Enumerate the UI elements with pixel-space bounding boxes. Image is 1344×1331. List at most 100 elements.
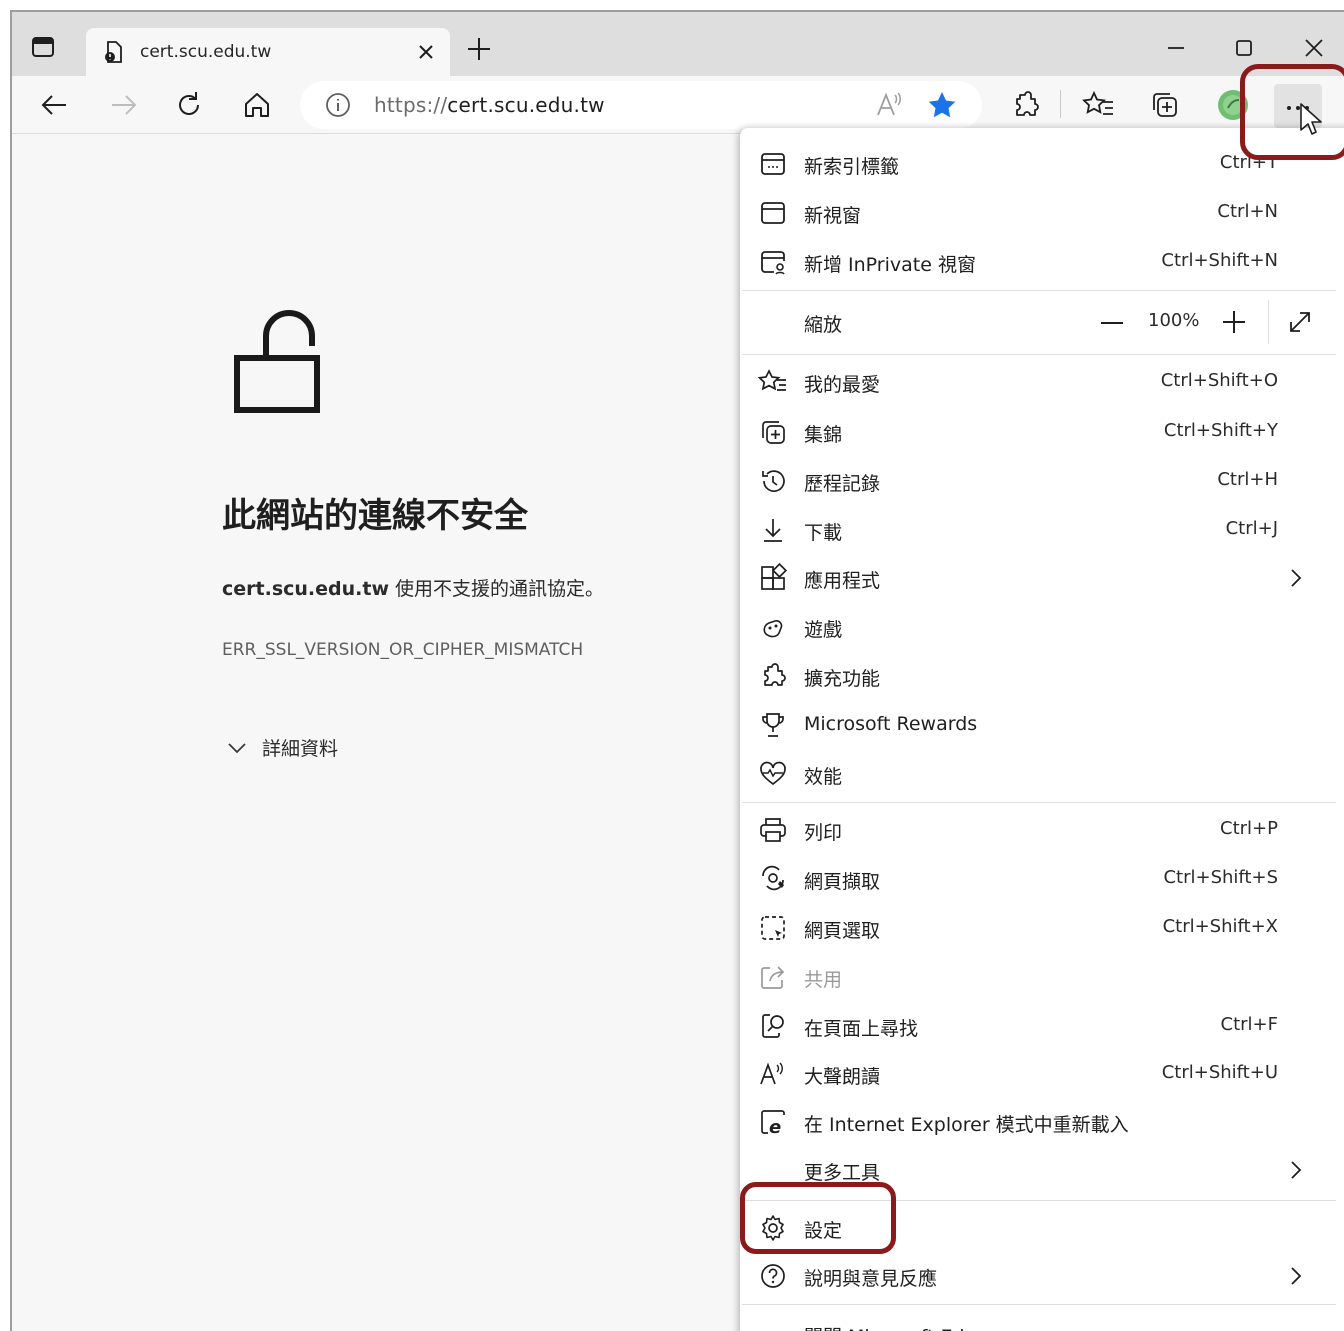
- menu-item-new-tab[interactable]: 新索引標籤 Ctrl+T: [740, 142, 1336, 186]
- menu-item-extensions[interactable]: 擴充功能: [740, 654, 1336, 698]
- menu-item-ie-mode[interactable]: e 在 Internet Explorer 模式中重新載入: [740, 1100, 1336, 1144]
- menu-separator: [742, 802, 1336, 803]
- menu-item-more-tools[interactable]: 更多工具: [740, 1148, 1336, 1192]
- menu-item-web-capture[interactable]: 網頁擷取 Ctrl+Shift+S: [740, 857, 1336, 901]
- minimize-icon[interactable]: [1158, 30, 1194, 66]
- unlocked-padlock-icon: [234, 300, 344, 440]
- menu-item-read-aloud[interactable]: 大聲朗讀 Ctrl+Shift+U: [740, 1052, 1336, 1096]
- menu-label: 更多工具: [804, 1162, 881, 1184]
- menu-item-web-select[interactable]: 網頁選取 Ctrl+Shift+X: [740, 906, 1336, 950]
- menu-separator: [742, 290, 1336, 291]
- tab-bar: cert.scu.edu.tw: [12, 12, 1344, 76]
- menu-item-games[interactable]: 遊戲: [740, 605, 1336, 649]
- profile-avatar-icon[interactable]: [1216, 88, 1250, 122]
- mouse-cursor-icon: [1298, 102, 1326, 138]
- menu-label: 在 Internet Explorer 模式中重新載入: [804, 1114, 1129, 1136]
- menu-label: 在頁面上尋找: [804, 1018, 919, 1040]
- url-host: cert.scu.edu.tw: [447, 93, 605, 117]
- browser-window: cert.scu.edu.tw https://cert.scu.edu.tw …: [10, 10, 1344, 1331]
- details-toggle[interactable]: 詳細資料: [226, 734, 338, 761]
- internet-explorer-icon: e: [758, 1107, 788, 1137]
- new-tab-icon[interactable]: [464, 34, 494, 64]
- favorites-icon: [758, 367, 788, 397]
- menu-label: 設定: [804, 1220, 843, 1242]
- url-scheme: https://: [374, 93, 448, 117]
- close-tab-icon[interactable]: [414, 40, 438, 64]
- web-select-icon: [758, 913, 788, 943]
- menu-label: 擴充功能: [804, 668, 881, 690]
- inprivate-window-icon: [758, 247, 788, 277]
- gear-icon: [758, 1213, 788, 1243]
- menu-shortcut: Ctrl+Shift+N: [1161, 250, 1278, 271]
- menu-item-print[interactable]: 列印 Ctrl+P: [740, 808, 1336, 852]
- menu-item-new-window[interactable]: 新視窗 Ctrl+N: [740, 191, 1336, 235]
- error-title: 此網站的連線不安全: [222, 496, 528, 536]
- forward-icon[interactable]: [106, 88, 140, 122]
- menu-shortcut: Ctrl+T: [1219, 152, 1278, 173]
- menu-shortcut: Ctrl+Shift+S: [1163, 867, 1278, 888]
- close-window-icon[interactable]: [1296, 30, 1332, 66]
- extensions-icon: [758, 661, 788, 691]
- new-tab-icon: [758, 149, 788, 179]
- menu-item-history[interactable]: 歷程記錄 Ctrl+H: [740, 459, 1336, 503]
- home-icon[interactable]: [240, 88, 274, 122]
- refresh-icon[interactable]: [172, 88, 206, 122]
- zoom-level: 100%: [1148, 310, 1200, 331]
- favorite-star-icon[interactable]: [926, 89, 958, 121]
- chevron-right-icon: [1284, 566, 1308, 590]
- menu-item-find[interactable]: 在頁面上尋找 Ctrl+F: [740, 1004, 1336, 1048]
- collections-icon: [758, 417, 788, 447]
- menu-item-performance[interactable]: 效能: [740, 752, 1336, 796]
- zoom-in-icon[interactable]: [1220, 308, 1248, 336]
- zoom-separator: [1268, 300, 1269, 344]
- menu-label: 遊戲: [804, 619, 843, 641]
- toolbar: https://cert.scu.edu.tw: [12, 76, 1344, 134]
- menu-label: 下載: [804, 522, 843, 544]
- menu-shortcut: Ctrl+H: [1217, 469, 1278, 490]
- web-capture-icon: [758, 864, 788, 894]
- favorites-icon[interactable]: [1082, 88, 1116, 122]
- site-info-icon[interactable]: [324, 91, 352, 119]
- menu-item-rewards[interactable]: Microsoft Rewards: [740, 703, 1336, 747]
- read-aloud-icon: [758, 1059, 788, 1089]
- menu-item-favorites[interactable]: 我的最愛 Ctrl+Shift+O: [740, 360, 1336, 404]
- collections-icon[interactable]: [1148, 88, 1182, 122]
- new-window-icon: [758, 198, 788, 228]
- menu-item-close-edge[interactable]: 關閉 Microsoft Edge: [740, 1312, 1336, 1331]
- menu-item-apps[interactable]: 應用程式: [740, 556, 1336, 600]
- menu-label: 歷程記錄: [804, 473, 881, 495]
- menu-item-new-inprivate[interactable]: 新增 InPrivate 視窗 Ctrl+Shift+N: [740, 240, 1336, 284]
- menu-shortcut: Ctrl+F: [1220, 1014, 1278, 1035]
- help-icon: [758, 1261, 788, 1291]
- menu-label: 集錦: [804, 424, 843, 446]
- error-host: cert.scu.edu.tw: [222, 578, 390, 600]
- download-icon: [758, 515, 788, 545]
- menu-label: Microsoft Rewards: [804, 713, 978, 735]
- maximize-icon[interactable]: [1226, 30, 1262, 66]
- chevron-down-icon: [228, 742, 246, 753]
- menu-item-settings[interactable]: 設定: [740, 1206, 1336, 1250]
- menu-shortcut: Ctrl+N: [1217, 201, 1278, 222]
- menu-item-help[interactable]: 說明與意見反應: [740, 1254, 1336, 1298]
- tab-actions-icon[interactable]: [30, 34, 56, 60]
- error-description: cert.scu.edu.tw 使用不支援的通訊協定。: [222, 574, 604, 601]
- menu-item-share: 共用: [740, 955, 1336, 999]
- menu-label: 效能: [804, 766, 843, 788]
- fullscreen-icon[interactable]: [1286, 308, 1314, 336]
- menu-label: 網頁選取: [804, 920, 881, 942]
- menu-item-downloads[interactable]: 下載 Ctrl+J: [740, 508, 1336, 552]
- read-aloud-icon[interactable]: [874, 89, 906, 121]
- menu-item-collections[interactable]: 集錦 Ctrl+Shift+Y: [740, 410, 1336, 454]
- zoom-out-icon[interactable]: [1098, 310, 1126, 336]
- back-icon[interactable]: [38, 88, 72, 122]
- menu-label: 大聲朗讀: [804, 1066, 881, 1088]
- games-icon: [758, 612, 788, 642]
- menu-shortcut: Ctrl+P: [1220, 818, 1278, 839]
- extensions-icon[interactable]: [1008, 88, 1042, 122]
- menu-label: 關閉 Microsoft Edge: [804, 1322, 988, 1331]
- svg-text:e: e: [769, 1117, 781, 1137]
- menu-label: 我的最愛: [804, 374, 881, 396]
- active-tab[interactable]: cert.scu.edu.tw: [86, 28, 450, 76]
- address-bar[interactable]: https://cert.scu.edu.tw: [300, 81, 982, 129]
- menu-shortcut: Ctrl+Shift+Y: [1163, 420, 1278, 441]
